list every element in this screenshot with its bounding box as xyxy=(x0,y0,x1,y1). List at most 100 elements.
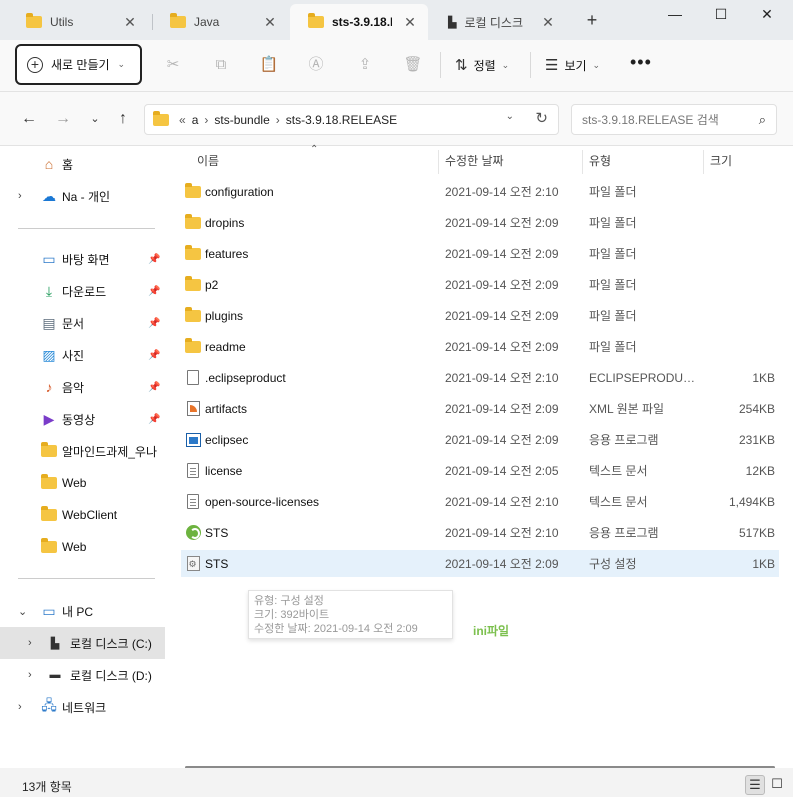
forward-button[interactable]: → xyxy=(52,108,74,130)
computer-icon: ▭ xyxy=(42,602,56,619)
folder-icon xyxy=(170,13,186,28)
refresh-icon[interactable]: ↻ xyxy=(535,109,548,127)
close-icon[interactable]: ✕ xyxy=(120,14,140,31)
minimize-button[interactable]: — xyxy=(652,0,698,28)
chevron-right-icon[interactable]: › xyxy=(28,637,32,649)
breadcrumb-a[interactable]: a xyxy=(192,113,199,127)
sidebar-item-music[interactable]: ♪ 음악 📌 xyxy=(0,371,165,403)
chevron-right-icon[interactable]: › xyxy=(28,669,32,681)
new-button[interactable]: + 새로 만들기 ⌄ xyxy=(15,44,142,85)
tooltip-size: 크기: 392바이트 xyxy=(254,609,330,621)
file-date: 2021-09-14 오전 2:09 xyxy=(445,247,559,261)
close-window-button[interactable]: ✕ xyxy=(744,0,790,28)
sidebar-item-home[interactable]: ⌂ 홈 xyxy=(0,148,165,180)
spring-sts-icon xyxy=(185,525,201,541)
drive-icon: ▙ xyxy=(448,16,457,29)
file-row[interactable]: readme 2021-09-14 오전 2:09 파일 폴더 xyxy=(181,333,779,360)
sidebar-item-drive-d[interactable]: › ▬ 로컬 디스크 (D:) xyxy=(0,659,165,691)
close-icon[interactable]: ✕ xyxy=(260,14,280,31)
sidebar-item-pictures[interactable]: ▨ 사진 📌 xyxy=(0,339,165,371)
file-row[interactable]: open-source-licenses 2021-09-14 오전 2:10 … xyxy=(181,488,779,515)
search-input[interactable] xyxy=(582,112,759,127)
column-header-name[interactable]: 이름 xyxy=(197,146,219,174)
file-row[interactable]: artifacts 2021-09-14 오전 2:09 XML 원본 파일 2… xyxy=(181,395,779,422)
chevron-down-icon[interactable]: ⌄ xyxy=(506,111,514,122)
column-header-type[interactable]: 유형 xyxy=(589,146,611,174)
column-header-date[interactable]: 수정한 날짜 xyxy=(445,146,504,174)
file-row[interactable]: configuration 2021-09-14 오전 2:10 파일 폴더 xyxy=(181,178,779,205)
column-divider[interactable] xyxy=(438,150,439,174)
file-row[interactable]: STS 2021-09-14 오전 2:10 응용 프로그램 517KB xyxy=(181,519,779,546)
folder-icon xyxy=(26,13,42,28)
sidebar-item-desktop[interactable]: ▭ 바탕 화면 📌 xyxy=(0,243,165,275)
copy-icon[interactable]: ⧉ xyxy=(210,54,232,76)
tab-local-disk[interactable]: ▙ 로컬 디스크 ✕ xyxy=(430,4,566,40)
close-icon[interactable]: ✕ xyxy=(538,14,558,31)
file-row[interactable]: p2 2021-09-14 오전 2:09 파일 폴더 xyxy=(181,271,779,298)
settings-file-icon xyxy=(185,556,201,572)
file-type: 파일 폴더 xyxy=(589,309,637,323)
rename-icon[interactable]: Ⓐ xyxy=(305,54,327,76)
file-size: 12KB xyxy=(745,463,775,478)
sidebar-item-label: 사진 xyxy=(62,348,85,363)
file-row[interactable]: .eclipseproduct 2021-09-14 오전 2:10 ECLIP… xyxy=(181,364,779,391)
search-box[interactable]: ⌕ xyxy=(571,104,777,135)
file-type: 응용 프로그램 xyxy=(589,433,659,447)
sidebar-item-folder[interactable]: 알마인드과제_우나 xyxy=(0,435,165,467)
back-button[interactable]: ← xyxy=(18,108,40,130)
file-row[interactable]: license 2021-09-14 오전 2:05 텍스트 문서 12KB xyxy=(181,457,779,484)
sidebar-item-drive-c[interactable]: › ▙ 로컬 디스크 (C:) xyxy=(0,627,165,659)
sidebar-item-folder[interactable]: Web xyxy=(0,531,165,563)
column-divider[interactable] xyxy=(703,150,704,174)
sidebar-item-network[interactable]: › 🖧 네트워크 xyxy=(0,691,165,723)
sidebar-item-label: WebClient xyxy=(62,508,118,522)
overflow-breadcrumb[interactable]: « xyxy=(179,113,186,127)
recent-locations-button[interactable]: ⌄ xyxy=(84,108,106,130)
maximize-button[interactable]: ☐ xyxy=(698,0,744,28)
sidebar-item-videos[interactable]: ▶ 동영상 📌 xyxy=(0,403,165,435)
file-row[interactable]: eclipsec 2021-09-14 오전 2:09 응용 프로그램 231K… xyxy=(181,426,779,453)
file-row[interactable]: features 2021-09-14 오전 2:09 파일 폴더 xyxy=(181,240,779,267)
column-header-size[interactable]: 크기 xyxy=(710,146,732,174)
file-row-selected[interactable]: STS 2021-09-14 오전 2:09 구성 설정 1KB xyxy=(181,550,779,577)
file-date: 2021-09-14 오전 2:09 xyxy=(445,402,559,416)
sort-button[interactable]: ⇅ 정렬 ⌄ xyxy=(455,52,509,78)
new-button-label: 새로 만들기 xyxy=(51,58,110,72)
tiles-view-icon[interactable]: ☐ xyxy=(767,775,787,795)
chevron-right-icon[interactable]: › xyxy=(18,190,22,202)
chevron-right-icon[interactable]: › xyxy=(18,701,22,713)
tab-utils[interactable]: Utils ✕ xyxy=(8,4,148,40)
sidebar-item-folder[interactable]: WebClient xyxy=(0,499,165,531)
new-tab-button[interactable]: + xyxy=(580,8,604,32)
delete-icon[interactable]: 🗑 xyxy=(402,54,424,76)
sidebar-item-downloads[interactable]: ⤓ 다운로드 📌 xyxy=(0,275,165,307)
tab-sts-release[interactable]: sts-3.9.18.RE ✕ xyxy=(290,4,428,40)
tab-java[interactable]: Java ✕ xyxy=(152,4,288,40)
up-button[interactable]: ↑ xyxy=(112,108,134,130)
chevron-down-icon[interactable]: ⌄ xyxy=(18,605,27,618)
home-icon: ⌂ xyxy=(44,156,54,172)
pin-icon: 📌 xyxy=(148,317,161,329)
sidebar-item-label: 내 PC xyxy=(62,604,94,619)
breadcrumb-sts-release[interactable]: sts-3.9.18.RELEASE xyxy=(286,113,397,127)
search-icon[interactable]: ⌕ xyxy=(759,112,766,128)
paste-icon[interactable]: 📋 xyxy=(258,54,280,76)
sidebar-item-folder[interactable]: Web xyxy=(0,467,165,499)
details-view-icon[interactable]: ☰ xyxy=(745,775,765,795)
breadcrumb-sts-bundle[interactable]: sts-bundle xyxy=(214,113,269,127)
address-bar[interactable]: « a › sts-bundle › sts-3.9.18.RELEASE ⌄ … xyxy=(144,104,559,135)
folder-icon xyxy=(185,213,201,231)
close-icon[interactable]: ✕ xyxy=(400,14,420,31)
file-type: 텍스트 문서 xyxy=(589,495,648,509)
file-row[interactable]: plugins 2021-09-14 오전 2:09 파일 폴더 xyxy=(181,302,779,329)
share-icon[interactable]: ⇪ xyxy=(354,54,376,76)
view-button[interactable]: ☰ 보기 ⌄ xyxy=(545,52,600,78)
sidebar-item-documents[interactable]: ▤ 문서 📌 xyxy=(0,307,165,339)
column-divider[interactable] xyxy=(582,150,583,174)
sidebar-item-onedrive[interactable]: › ☁ Na - 개인 xyxy=(0,180,165,212)
more-options-button[interactable]: ••• xyxy=(630,52,652,73)
folder-icon xyxy=(185,306,201,324)
cut-icon[interactable]: ✂ xyxy=(162,54,184,76)
sidebar-item-this-pc[interactable]: ⌄ ▭ 내 PC xyxy=(0,595,165,627)
file-row[interactable]: dropins 2021-09-14 오전 2:09 파일 폴더 xyxy=(181,209,779,236)
